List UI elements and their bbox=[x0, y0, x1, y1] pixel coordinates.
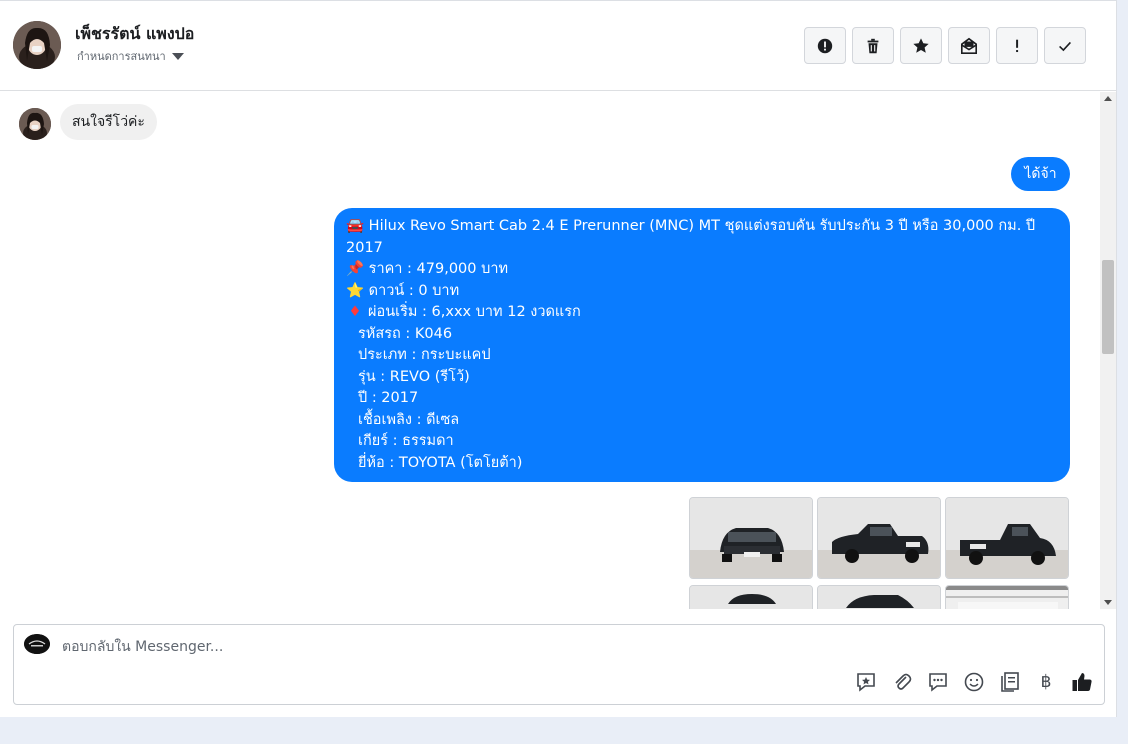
caret-down-icon bbox=[171, 52, 184, 60]
message-thread[interactable]: สนใจรีโว่ค่ะ ได้จ้า 🚘 Hilux Revo Smart C… bbox=[0, 92, 1100, 609]
delete-button[interactable] bbox=[852, 27, 894, 64]
car-photo-5[interactable] bbox=[817, 585, 941, 609]
car-photo-front[interactable] bbox=[689, 497, 813, 579]
car-emoji-icon: 🚘 bbox=[346, 218, 365, 234]
contact-avatar[interactable] bbox=[13, 21, 61, 69]
notes-button[interactable] bbox=[998, 670, 1022, 694]
payment-button[interactable]: ฿ bbox=[1034, 670, 1058, 694]
listing-gear: เกียร์ : ธรรมดา bbox=[358, 433, 454, 449]
attachment-icon bbox=[895, 673, 912, 690]
car-photo-interior[interactable] bbox=[945, 585, 1069, 609]
listing-message[interactable]: 🚘 Hilux Revo Smart Cab 2.4 E Prerunner (… bbox=[334, 208, 1070, 482]
listing-code: รหัสรถ : K046 bbox=[358, 325, 453, 342]
reply-composer: ฿ bbox=[13, 624, 1105, 705]
star-icon bbox=[913, 37, 929, 53]
messenger-button[interactable] bbox=[926, 670, 950, 694]
scroll-up-arrow-icon[interactable] bbox=[1104, 96, 1112, 101]
mark-done-button[interactable] bbox=[1044, 27, 1086, 64]
page-logo bbox=[24, 634, 50, 654]
attachment-button[interactable] bbox=[890, 670, 914, 694]
checkmark-icon bbox=[1059, 41, 1071, 51]
exclamation-icon bbox=[1016, 39, 1019, 52]
trash-icon bbox=[867, 38, 879, 53]
emoji-icon bbox=[964, 672, 984, 692]
sender-avatar bbox=[19, 108, 51, 140]
car-photo-4[interactable] bbox=[689, 585, 813, 609]
conversation-header: เพ็ชรรัตน์ แพงปอ กำหนดการสนทนา bbox=[0, 1, 1116, 91]
notes-icon bbox=[1001, 672, 1019, 692]
listing-installment: ♦ ผ่อนเริ่ม : 6,xxx บาท 12 งวดแรก bbox=[346, 302, 1058, 324]
chat-bubble-icon bbox=[929, 673, 947, 692]
assign-conversation-dropdown[interactable]: กำหนดการสนทนา bbox=[77, 47, 184, 65]
like-button[interactable] bbox=[1070, 670, 1094, 694]
scroll-down-arrow-icon[interactable] bbox=[1104, 600, 1112, 605]
pushpin-icon: 📌 bbox=[346, 261, 365, 277]
listing-brand: ยี่ห้อ : TOYOTA (โตโยต้า) bbox=[358, 454, 523, 471]
listing-down-payment: ⭐ ดาวน์ : 0 บาท bbox=[346, 282, 460, 299]
baht-icon: ฿ bbox=[1040, 672, 1052, 692]
listing-type: ประเภท : กระบะแคป bbox=[358, 347, 491, 363]
flag-button[interactable] bbox=[996, 27, 1038, 64]
car-photo-rear[interactable] bbox=[945, 497, 1069, 579]
listing-title-line: 🚘 Hilux Revo Smart Cab 2.4 E Prerunner (… bbox=[346, 218, 1036, 234]
reply-input[interactable] bbox=[62, 637, 762, 657]
listing-price: 📌 ราคา : 479,000 บาท bbox=[346, 261, 509, 277]
emoji-button[interactable] bbox=[962, 670, 986, 694]
mark-spam-button[interactable] bbox=[804, 27, 846, 64]
mail-unread-icon bbox=[960, 37, 978, 54]
outgoing-message[interactable]: ได้จ้า bbox=[1011, 157, 1070, 191]
red-diamond-icon: ♦ bbox=[348, 304, 362, 320]
composer-toolbar: ฿ bbox=[854, 670, 1094, 694]
header-actions bbox=[804, 27, 1086, 64]
incoming-message[interactable]: สนใจรีโว่ค่ะ bbox=[60, 104, 157, 140]
listing-title-year: 2017 bbox=[346, 239, 383, 256]
listing-fuel: เชื้อเพลิง : ดีเซล bbox=[358, 411, 460, 428]
thumbs-up-icon bbox=[1072, 673, 1092, 691]
inbox-conversation-panel: เพ็ชรรัตน์ แพงปอ กำหนดการสนทนา สนใจรีโว่… bbox=[0, 0, 1117, 717]
saved-reply-button[interactable] bbox=[854, 670, 878, 694]
contact-name[interactable]: เพ็ชรรัตน์ แพงปอ bbox=[75, 22, 194, 47]
car-photo-angle[interactable] bbox=[817, 497, 941, 579]
star-emoji-icon: ⭐ bbox=[346, 282, 365, 299]
alert-circle-icon bbox=[817, 38, 833, 53]
listing-year: ปี : 2017 bbox=[358, 390, 419, 406]
star-button[interactable] bbox=[900, 27, 942, 64]
assign-label: กำหนดการสนทนา bbox=[77, 50, 166, 63]
thread-scrollbar[interactable] bbox=[1100, 92, 1116, 609]
scroll-thumb[interactable] bbox=[1102, 260, 1114, 354]
saved-reply-icon bbox=[857, 673, 875, 692]
mark-unread-button[interactable] bbox=[948, 27, 990, 64]
listing-model: รุ่น : REVO (รีโว้) bbox=[358, 368, 470, 385]
